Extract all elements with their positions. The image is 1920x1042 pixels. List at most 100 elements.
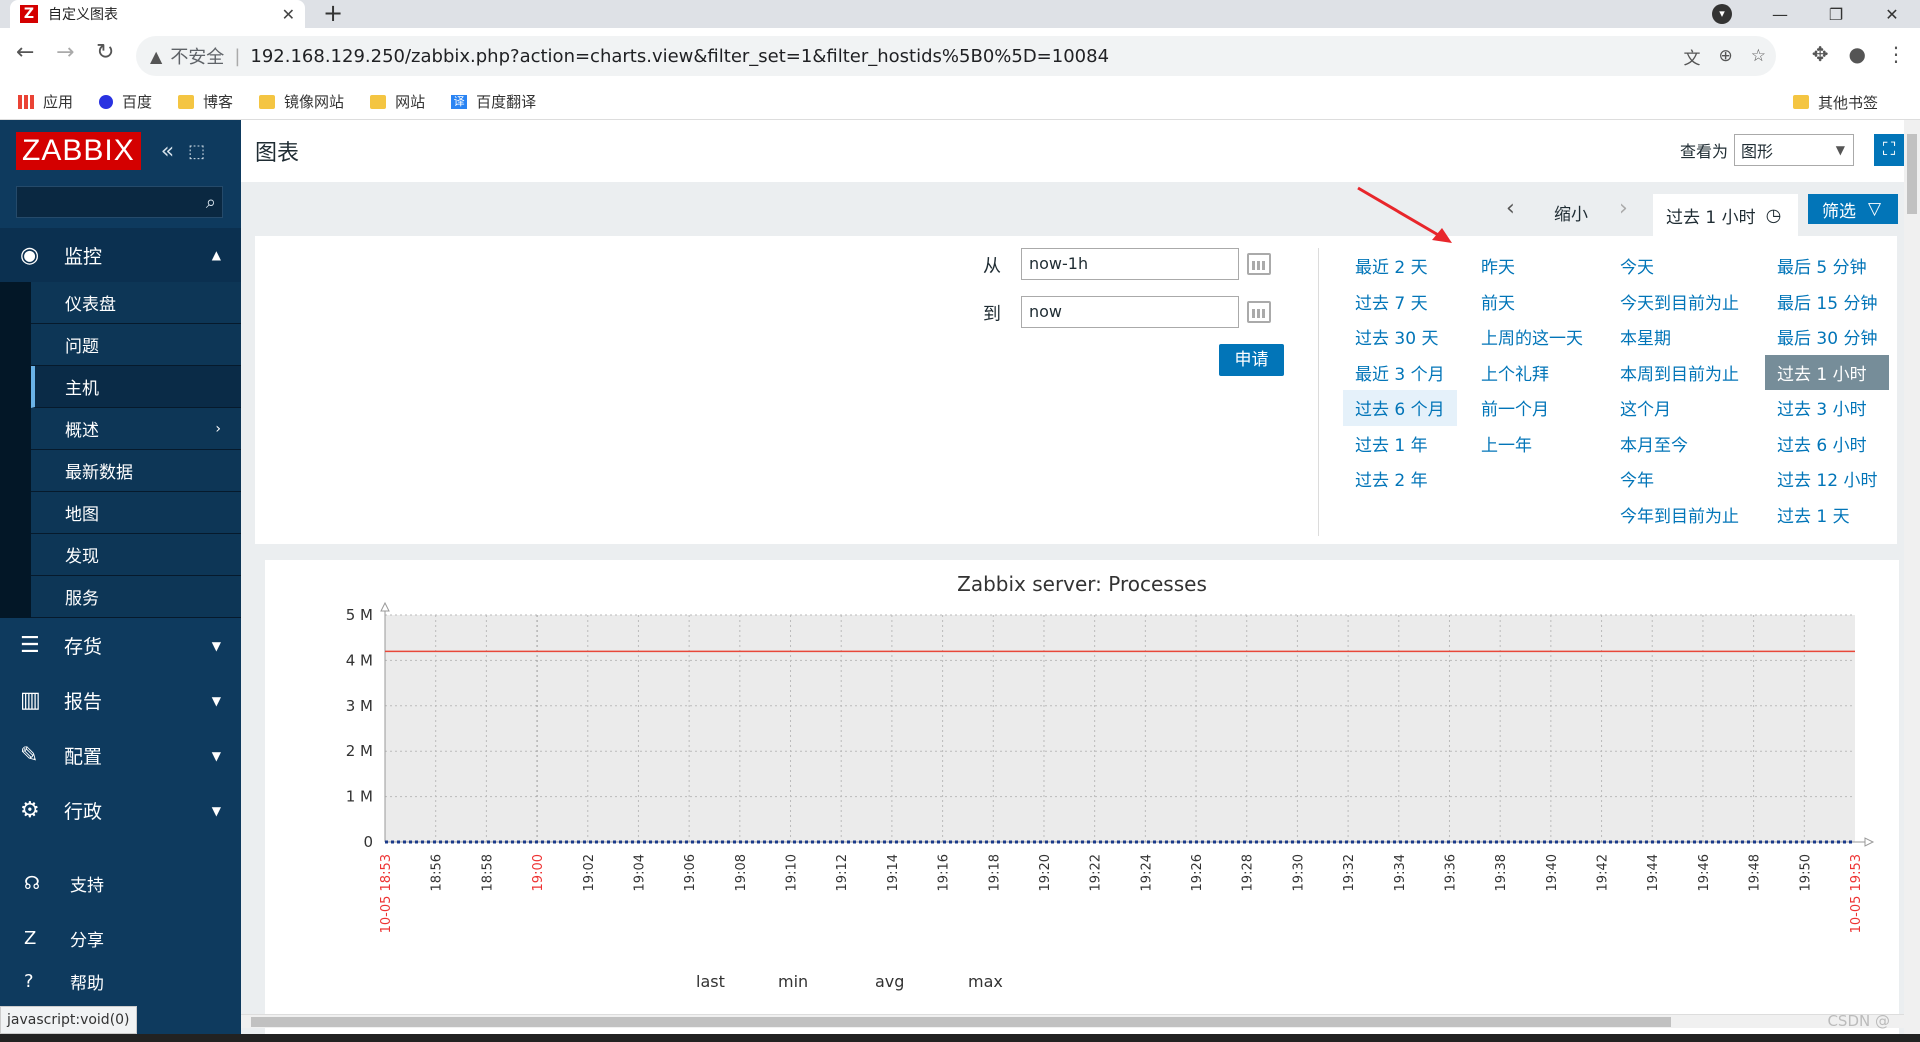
minimize-icon[interactable]: — [1752, 5, 1808, 24]
menu-support[interactable]: ☊ 支持 [0, 856, 241, 911]
quick-range-column-1: 最近 2 天 过去 7 天 过去 30 天 最近 3 个月 过去 6 个月 过去… [1343, 248, 1457, 497]
quick-range-item[interactable]: 最后 5 分钟 [1765, 248, 1889, 284]
quick-range-item[interactable]: 过去 1 天 [1765, 497, 1889, 533]
from-calendar-icon[interactable] [1247, 253, 1271, 275]
search-icon[interactable]: ⌕ [206, 192, 216, 213]
bookmark-baidu[interactable]: 百度 [99, 91, 152, 112]
sidebar-search-input[interactable]: ⌕ [16, 186, 223, 218]
quick-range-item[interactable]: 最近 3 个月 [1343, 355, 1457, 391]
bookmark-other[interactable]: 其他书签 [1792, 84, 1878, 120]
quick-range-item[interactable]: 过去 2 年 [1343, 461, 1457, 497]
bookmark-sites[interactable]: 网站 [370, 91, 425, 112]
time-prev-icon[interactable]: ‹ [1506, 196, 1515, 221]
chevron-up-icon: ▲ [211, 248, 221, 262]
bookmark-mirror[interactable]: 镜像网站 [259, 91, 344, 112]
quick-range-item[interactable]: 过去 7 天 [1343, 284, 1457, 320]
menu-reports[interactable]: ▥ 报告 ▼ [0, 673, 241, 728]
x-tick-label: 19:42 [1596, 854, 1611, 891]
sidebar-item-hosts[interactable]: 主机 [31, 366, 241, 408]
kiosk-mode-icon[interactable]: ⬚ [188, 141, 205, 162]
bookmark-star-icon[interactable]: ☆ [1751, 46, 1766, 66]
quick-range-item[interactable]: 今年到目前为止 [1608, 497, 1751, 533]
sidebar-item-dashboard[interactable]: 仪表盘 [31, 282, 241, 324]
window-close-icon[interactable]: ✕ [1864, 5, 1920, 24]
fullscreen-button[interactable]: ⛶ [1874, 134, 1904, 166]
processes-graph[interactable]: 0 1 M 2 M 3 M 4 M 5 M 10-05 18:53 18:56 18:58 19:… [265, 560, 1899, 1042]
quick-range-item[interactable]: 过去 6 小时 [1765, 426, 1889, 462]
tab-time-range[interactable]: 过去 1 小时 ◷ [1653, 194, 1798, 236]
quick-range-item-selected[interactable]: 过去 1 小时 [1765, 354, 1890, 390]
x-tick-label: 19:40 [1545, 854, 1560, 891]
quick-range-item[interactable]: 最后 15 分钟 [1765, 284, 1889, 320]
menu-help[interactable]: ? 帮助 [0, 966, 241, 996]
tab-close-icon[interactable]: ✕ [282, 5, 295, 24]
scrollbar-thumb[interactable] [1907, 134, 1917, 214]
sidebar-item-latest-data[interactable]: 最新数据 [31, 450, 241, 492]
sidebar-item-discovery[interactable]: 发现 [31, 534, 241, 576]
bookmark-baidu-translate[interactable]: 译百度翻译 [451, 91, 536, 112]
quick-range-item[interactable]: 今天 [1608, 248, 1751, 284]
quick-range-item[interactable]: 本星期 [1608, 319, 1751, 355]
url-text[interactable]: 192.168.129.250/zabbix.php?action=charts… [250, 46, 1109, 67]
quick-range-item[interactable]: 今天到目前为止 [1608, 284, 1751, 320]
time-next-icon[interactable]: › [1619, 196, 1628, 221]
quick-range-item[interactable]: 昨天 [1469, 248, 1595, 284]
to-calendar-icon[interactable] [1247, 301, 1271, 323]
forward-icon[interactable]: → [56, 40, 74, 65]
tab-search-icon[interactable]: ▾ [1712, 4, 1732, 24]
bookmark-blog[interactable]: 博客 [178, 91, 233, 112]
zabbix-logo[interactable]: ZABBIX [16, 132, 141, 170]
translate-icon[interactable]: 文 [1684, 44, 1701, 69]
sidebar-item-problems[interactable]: 问题 [31, 324, 241, 366]
quick-range-item[interactable]: 上个礼拜 [1469, 355, 1595, 391]
quick-range-item[interactable]: 最后 30 分钟 [1765, 319, 1889, 355]
view-as-select[interactable]: 图形 ▼ [1734, 134, 1854, 166]
menu-administration[interactable]: ⚙ 行政 ▼ [0, 783, 241, 838]
horizontal-scrollbar[interactable] [241, 1014, 1904, 1028]
quick-range-item[interactable]: 前一个月 [1469, 390, 1595, 426]
sidebar-item-maps[interactable]: 地图 [31, 492, 241, 534]
to-input[interactable]: now [1021, 296, 1239, 328]
menu-share[interactable]: Z 分享 [0, 911, 241, 966]
maximize-icon[interactable]: ❐ [1808, 5, 1864, 24]
quick-range-item[interactable]: 本月至今 [1608, 426, 1751, 462]
apply-button[interactable]: 申请 [1219, 344, 1284, 376]
quick-range-item[interactable]: 上周的这一天 [1469, 319, 1595, 355]
folder-icon [178, 94, 195, 109]
menu-inventory[interactable]: ☰ 存货 ▼ [0, 618, 241, 673]
new-tab-icon[interactable]: + [323, 0, 343, 26]
quick-range-item[interactable]: 过去 1 年 [1343, 426, 1457, 462]
chevron-down-icon: ▼ [211, 693, 221, 708]
profile-icon[interactable]: ● [1849, 42, 1866, 66]
reload-icon[interactable]: ↻ [96, 40, 114, 65]
zoom-icon[interactable]: ⊕ [1719, 46, 1733, 66]
zoom-out-button[interactable]: 缩小 [1554, 200, 1588, 225]
quick-range-item[interactable]: 过去 3 小时 [1765, 390, 1889, 426]
scrollbar-thumb[interactable] [251, 1017, 1671, 1027]
extensions-icon[interactable]: ✥ [1812, 42, 1829, 66]
back-icon[interactable]: ← [16, 40, 34, 65]
from-input[interactable]: now-1h [1021, 248, 1239, 280]
quick-range-item[interactable]: 这个月 [1608, 390, 1751, 426]
quick-range-item-highlighted[interactable]: 过去 6 个月 [1343, 390, 1457, 426]
quick-range-item[interactable]: 过去 12 小时 [1765, 461, 1889, 497]
tab-filter[interactable]: 筛选 ▽ [1808, 194, 1898, 224]
vertical-scrollbar[interactable] [1904, 120, 1920, 1042]
sidebar-item-services[interactable]: 服务 [31, 576, 241, 618]
collapse-sidebar-icon[interactable]: « [161, 139, 174, 164]
menu-monitoring[interactable]: ◉ 监控 ▲ [0, 228, 241, 282]
browser-tab[interactable]: Z 自定义图表 ✕ [10, 0, 305, 28]
omnibox[interactable]: ▲ 不安全 | 192.168.129.250/zabbix.php?actio… [136, 36, 1776, 76]
quick-range-item[interactable]: 上一年 [1469, 426, 1595, 462]
bookmark-apps[interactable]: 应用 [18, 91, 73, 112]
omnibox-separator: | [234, 45, 241, 67]
quick-range-item[interactable]: 今年 [1608, 461, 1751, 497]
menu-icon[interactable]: ⋮ [1886, 42, 1906, 66]
quick-range-item[interactable]: 本周到目前为止 [1608, 355, 1751, 391]
quick-range-item[interactable]: 过去 30 天 [1343, 319, 1457, 355]
sidebar-item-overview[interactable]: 概述 › [31, 408, 241, 450]
quick-range-item[interactable]: 最近 2 天 [1343, 248, 1457, 284]
menu-configuration[interactable]: ✎ 配置 ▼ [0, 728, 241, 783]
quick-range-item[interactable]: 前天 [1469, 284, 1595, 320]
